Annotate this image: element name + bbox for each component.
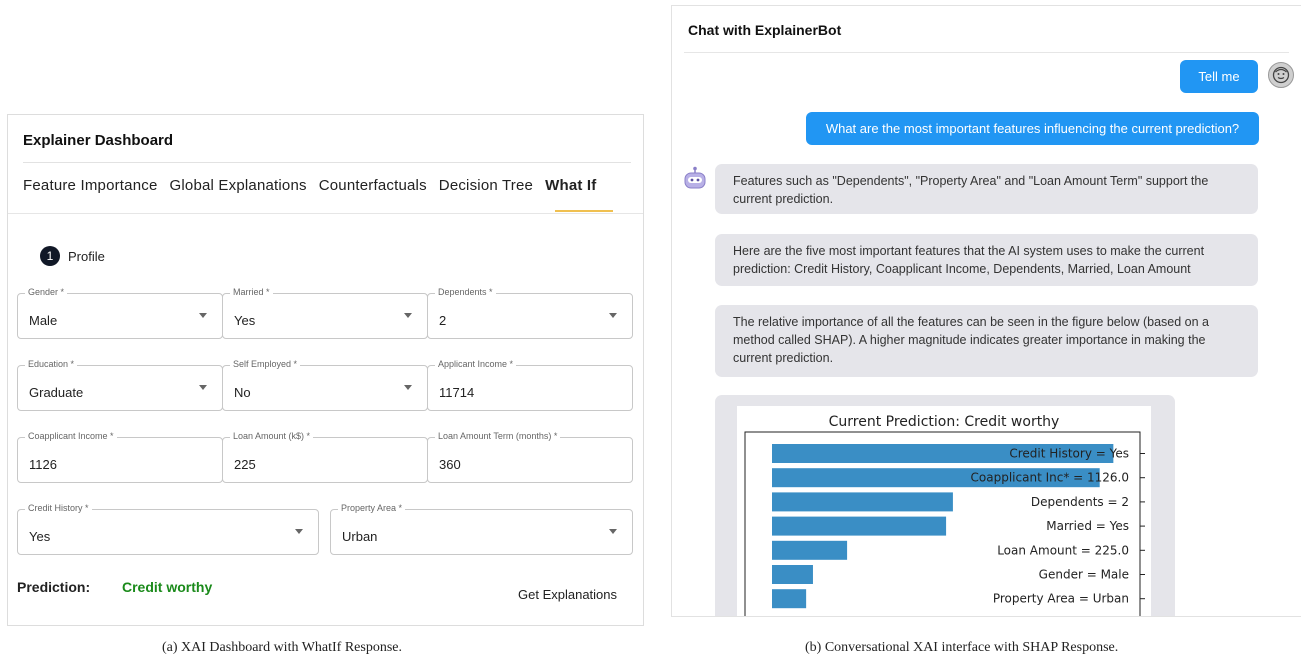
field-value: Male [29, 313, 58, 328]
field-value: 1126 [29, 457, 57, 472]
chart-bar [772, 516, 947, 536]
field-label: Education * [25, 359, 78, 369]
chart-tick-label: Gender = Male [1039, 568, 1129, 582]
tab-decision-tree[interactable]: Decision Tree [439, 177, 533, 194]
caption-b: (b) Conversational XAI interface with SH… [805, 640, 1119, 655]
caption-a: (a) XAI Dashboard with WhatIf Response. [162, 640, 403, 655]
chat-panel: Chat with ExplainerBot Tell me What are … [671, 5, 1301, 617]
chart-tick-label: Credit History = Yes [1009, 447, 1129, 461]
gender-select[interactable]: Gender * Male [17, 287, 223, 339]
field-value: Yes [234, 313, 256, 328]
property-area-select[interactable]: Property Area * Urban [330, 503, 633, 555]
active-tab-indicator [555, 210, 613, 212]
divider [684, 52, 1289, 53]
field-label: Loan Amount Term (months) * [435, 431, 561, 441]
chart-tick-label: Coapplicant Inc* = 1126.0 [971, 471, 1129, 485]
credit-history-select[interactable]: Credit History * Yes [17, 503, 319, 555]
applicant-income-field[interactable]: Applicant Income * 11714 [427, 359, 633, 411]
divider [23, 162, 631, 163]
chart-tick-label: Property Area = Urban [993, 592, 1129, 606]
caret-down-icon [199, 313, 207, 318]
field-label: Gender * [25, 287, 68, 297]
caret-down-icon [609, 313, 617, 318]
loan-term-field[interactable]: Loan Amount Term (months) * 360 [427, 431, 633, 483]
field-label: Property Area * [338, 503, 406, 513]
explainer-dashboard: Explainer Dashboard Feature Importance G… [7, 114, 644, 626]
chart-tick-label: Married = Yes [1046, 519, 1129, 533]
caret-down-icon [199, 385, 207, 390]
bot-message: Features such as "Dependents", "Property… [715, 164, 1258, 214]
field-label: Loan Amount (k$) * [230, 431, 314, 441]
self-employed-select[interactable]: Self Employed * No [222, 359, 428, 411]
married-select[interactable]: Married * Yes [222, 287, 428, 339]
shap-plot: Current Prediction: Credit worthy Credit … [737, 406, 1151, 616]
user-message: What are the most important features inf… [806, 112, 1259, 145]
field-value: 11714 [439, 385, 475, 400]
shap-bar-chart: Current Prediction: Credit worthy Credit … [744, 414, 1145, 616]
chart-bar [772, 589, 807, 609]
prediction-label: Prediction: [17, 579, 91, 595]
prediction-value: Credit worthy [122, 579, 213, 595]
field-value: Graduate [29, 385, 84, 400]
field-value: 2 [439, 313, 447, 328]
caret-down-icon [404, 385, 412, 390]
coapplicant-income-field[interactable]: Coapplicant Income * 1126 [17, 431, 223, 483]
chart-tick-label: Loan Amount = 225.0 [997, 543, 1129, 557]
chart-tick-label: Dependents = 2 [1031, 495, 1129, 509]
bot-message: Here are the five most important feature… [715, 234, 1258, 286]
caret-down-icon [295, 529, 303, 534]
bot-message: The relative importance of all the featu… [715, 305, 1258, 377]
field-value: Yes [29, 529, 51, 544]
chart-bar [772, 540, 848, 560]
get-explanations-button[interactable]: Get Explanations [518, 587, 617, 602]
chart-bar [772, 565, 813, 584]
field-label: Coapplicant Income * [25, 431, 117, 441]
field-value: No [234, 385, 251, 400]
tab-what-if[interactable]: What If [545, 177, 596, 194]
dependents-select[interactable]: Dependents * 2 [427, 287, 633, 339]
field-value: 360 [439, 457, 461, 472]
dashboard-title: Explainer Dashboard [23, 132, 174, 149]
loan-amount-field[interactable]: Loan Amount (k$) * 225 [222, 431, 428, 483]
caret-down-icon [404, 313, 412, 318]
chart-bar [772, 492, 953, 512]
chart-title: Current Prediction: Credit worthy [829, 414, 1060, 430]
stepper-profile[interactable]: 1 Profile [40, 246, 105, 266]
field-value: 225 [234, 457, 256, 472]
chat-title: Chat with ExplainerBot [688, 22, 842, 38]
user-message: Tell me [1180, 60, 1258, 93]
tab-counterfactuals[interactable]: Counterfactuals [319, 177, 427, 194]
step-label: Profile [68, 248, 105, 264]
field-label: Dependents * [435, 287, 496, 297]
field-label: Married * [230, 287, 273, 297]
field-value: Urban [342, 529, 378, 544]
tab-global-explanations[interactable]: Global Explanations [170, 177, 307, 194]
user-avatar-icon [1268, 62, 1294, 88]
field-label: Credit History * [25, 503, 92, 513]
field-label: Self Employed * [230, 359, 301, 369]
step-number-badge: 1 [40, 246, 60, 266]
education-select[interactable]: Education * Graduate [17, 359, 223, 411]
divider [8, 213, 643, 214]
shap-figure-bubble: Current Prediction: Credit worthy Credit … [715, 395, 1175, 616]
field-label: Applicant Income * [435, 359, 517, 369]
robot-avatar-icon [684, 166, 706, 189]
tab-feature-importance[interactable]: Feature Importance [23, 177, 158, 194]
tab-bar: Feature Importance Global Explanations C… [23, 177, 608, 194]
smiley-face-icon [1272, 66, 1290, 84]
caret-down-icon [609, 529, 617, 534]
